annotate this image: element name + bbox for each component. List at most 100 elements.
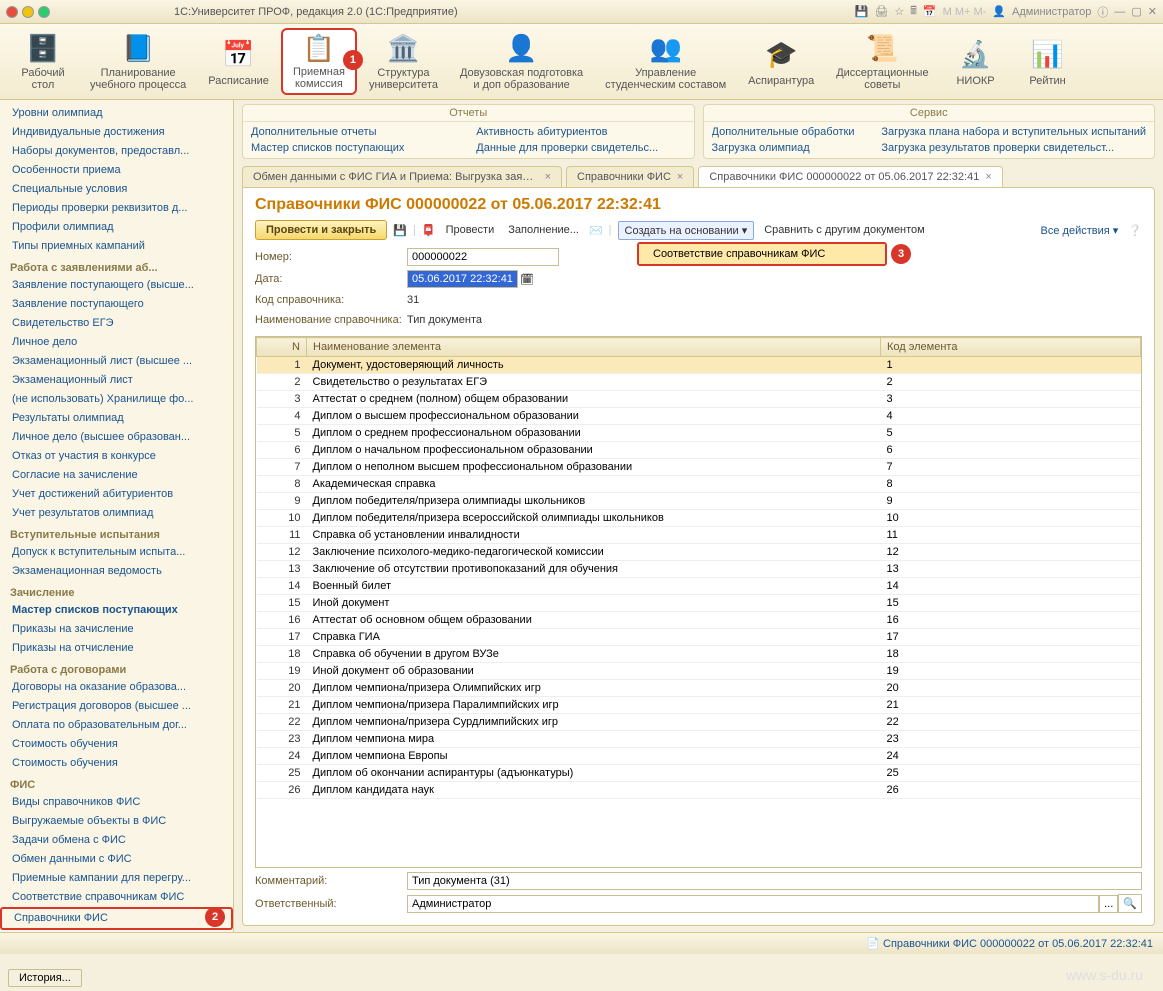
sidebar-item[interactable]: Приказы на отчисление xyxy=(0,639,233,658)
table-row[interactable]: 3Аттестат о среднем (полном) общем образ… xyxy=(257,391,1141,408)
table-row[interactable]: 15Иной документ15 xyxy=(257,595,1141,612)
sidebar-item[interactable]: Выгружаемые объекты в ФИС xyxy=(0,812,233,831)
table-row[interactable]: 17Справка ГИА17 xyxy=(257,629,1141,646)
tab[interactable]: Обмен данными с ФИС ГИА и Приема: Выгруз… xyxy=(242,166,562,187)
sidebar-item[interactable]: Свидетельство ЕГЭ xyxy=(0,314,233,333)
sidebar-item[interactable]: Личное дело (высшее образован... xyxy=(0,428,233,447)
table-row[interactable]: 5Диплом о среднем профессиональном образ… xyxy=(257,425,1141,442)
table-row[interactable]: 13Заключение об отсутствии противопоказа… xyxy=(257,561,1141,578)
table-row[interactable]: 8Академическая справка8 xyxy=(257,476,1141,493)
col-name[interactable]: Наименование элемента xyxy=(307,338,881,357)
panel-link[interactable]: Загрузка олимпиад xyxy=(712,140,866,156)
post-icon[interactable]: 📮 xyxy=(422,224,436,237)
table-row[interactable]: 25Диплом об окончании аспирантуры (адъюн… xyxy=(257,765,1141,782)
close-icon[interactable]: × xyxy=(545,171,551,183)
sidebar-item[interactable]: Задачи обмена с ФИС xyxy=(0,831,233,850)
panel-link[interactable]: Дополнительные отчеты xyxy=(251,124,460,140)
sidebar-item[interactable]: (не использовать) Хранилище фо... xyxy=(0,390,233,409)
attach-icon[interactable]: 📄 Справочники ФИС 000000022 от 05.06.201… xyxy=(866,937,1153,950)
open-icon[interactable]: 🔍 xyxy=(1118,894,1142,913)
sidebar-item[interactable]: Экзаменационный лист xyxy=(0,371,233,390)
sidebar-item[interactable]: Уровни олимпиад xyxy=(0,104,233,123)
tab[interactable]: Справочники ФИС× xyxy=(566,166,694,187)
toolbar-Диссертационные[interactable]: 📜Диссертационныесоветы xyxy=(826,28,938,95)
sidebar-item[interactable]: Отказ от участия в конкурсе xyxy=(0,447,233,466)
sidebar-item[interactable]: Экзаменационный лист (высшее ... xyxy=(0,352,233,371)
table-row[interactable]: 2Свидетельство о результатах ЕГЭ2 xyxy=(257,374,1141,391)
info-icon[interactable]: ⓘ xyxy=(1097,4,1108,20)
sidebar-item[interactable]: Личное дело xyxy=(0,333,233,352)
table-row[interactable]: 18Справка об обучении в другом ВУЗе18 xyxy=(257,646,1141,663)
col-n[interactable]: N xyxy=(257,338,307,357)
table-row[interactable]: 11Справка об установлении инвалидности11 xyxy=(257,527,1141,544)
toolbar-Расписание[interactable]: 📅Расписание xyxy=(198,28,279,95)
sidebar-item[interactable]: Стоимость обучения xyxy=(0,754,233,773)
sidebar-item[interactable]: Наборы документов, предоставл... xyxy=(0,142,233,161)
sidebar-item[interactable]: Периоды проверки реквизитов д... xyxy=(0,199,233,218)
sidebar-item[interactable]: Особенности приема xyxy=(0,161,233,180)
toolbar-Аспирантура[interactable]: 🎓Аспирантура xyxy=(738,28,824,95)
panel-link[interactable]: Загрузка результатов проверки свидетельс… xyxy=(881,140,1146,156)
number-field[interactable] xyxy=(407,248,559,266)
comment-field[interactable] xyxy=(407,872,1142,890)
toolbar-Структура[interactable]: 🏛️Структурауниверситета xyxy=(359,28,448,95)
sidebar-item[interactable]: Договоры на оказание образова... xyxy=(0,678,233,697)
sidebar-item[interactable]: Приказы на зачисление xyxy=(0,620,233,639)
post-button[interactable]: Провести xyxy=(442,222,499,238)
sidebar-item[interactable]: Специальные условия xyxy=(0,180,233,199)
sidebar-item[interactable]: Учет результатов олимпиад xyxy=(0,504,233,523)
toolbar-Довузовская подготовка[interactable]: 👤Довузовская подготовкаи доп образование xyxy=(450,28,593,95)
post-and-close-button[interactable]: Провести и закрыть xyxy=(255,220,387,240)
table-row[interactable]: 1Документ, удостоверяющий личность1 xyxy=(257,357,1141,374)
fill-button[interactable]: Заполнение... xyxy=(504,222,583,238)
history-button[interactable]: История... xyxy=(8,969,82,987)
sidebar-item[interactable]: Согласие на зачисление xyxy=(0,466,233,485)
help-icon[interactable]: ❔ xyxy=(1128,224,1142,237)
responsible-field[interactable] xyxy=(407,895,1099,913)
close-icon[interactable]: × xyxy=(985,171,991,183)
min-btn[interactable]: — xyxy=(1114,6,1125,18)
table-row[interactable]: 6Диплом о начальном профессиональном обр… xyxy=(257,442,1141,459)
table-row[interactable]: 7Диплом о неполном высшем профессиональн… xyxy=(257,459,1141,476)
sidebar-item[interactable]: Заявление поступающего (высше... xyxy=(0,276,233,295)
panel-link[interactable]: Дополнительные обработки xyxy=(712,124,866,140)
panel-link[interactable]: Данные для проверки свидетельс... xyxy=(476,140,685,156)
maximize-icon[interactable] xyxy=(38,6,50,18)
sidebar-item[interactable]: Допуск к вступительным испыта... xyxy=(0,543,233,562)
close-icon[interactable]: × xyxy=(677,171,683,183)
sidebar-item[interactable]: Учет достижений абитуриентов xyxy=(0,485,233,504)
toolbar-Приемная[interactable]: 📋Приемнаякомиссия1 xyxy=(281,28,357,95)
table-row[interactable]: 26Диплом кандидата наук26 xyxy=(257,782,1141,799)
sidebar-item[interactable]: Регистрация договоров (высшее ... xyxy=(0,697,233,716)
panel-link[interactable]: Мастер списков поступающих xyxy=(251,140,460,156)
panel-link[interactable]: Загрузка плана набора и вступительных ис… xyxy=(881,124,1146,140)
table-row[interactable]: 20Диплом чемпиона/призера Олимпийских иг… xyxy=(257,680,1141,697)
compare-button[interactable]: Сравнить с другим документом xyxy=(760,222,929,238)
save-icon[interactable]: 💾 xyxy=(855,5,869,18)
table-row[interactable]: 16Аттестат об основном общем образовании… xyxy=(257,612,1141,629)
table-row[interactable]: 10Диплом победителя/призера всероссийско… xyxy=(257,510,1141,527)
close-icon[interactable] xyxy=(6,6,18,18)
col-code[interactable]: Код элемента xyxy=(881,338,1141,357)
toolbar-Управление[interactable]: 👥Управлениестуденческим составом xyxy=(595,28,736,95)
save-icon[interactable]: 💾 xyxy=(393,224,407,237)
calendar-icon[interactable]: 📅 xyxy=(923,5,937,18)
table-row[interactable]: 4Диплом о высшем профессиональном образо… xyxy=(257,408,1141,425)
create-based-on-button[interactable]: Создать на основании ▾ xyxy=(618,221,755,240)
sidebar-item[interactable]: Справочники ФИС2 xyxy=(0,907,233,930)
print-icon[interactable]: 🖨 xyxy=(874,5,888,18)
sidebar-item[interactable]: Оплата по образовательным дог... xyxy=(0,716,233,735)
table-row[interactable]: 23Диплом чемпиона мира23 xyxy=(257,731,1141,748)
sidebar-item[interactable]: Приемные кампании для перегру... xyxy=(0,869,233,888)
sidebar-item[interactable]: Профили олимпиад xyxy=(0,218,233,237)
table-row[interactable]: 12Заключение психолого-медико-педагогиче… xyxy=(257,544,1141,561)
toolbar-Планирование[interactable]: 📘Планированиеучебного процесса xyxy=(80,28,196,95)
sidebar-item[interactable]: Соответствие справочникам ФИС xyxy=(0,888,233,907)
star-icon[interactable]: ☆ xyxy=(894,5,904,18)
calc-icon[interactable]: 🖩 xyxy=(910,2,917,21)
sidebar-item[interactable]: Экзаменационная ведомость xyxy=(0,562,233,581)
table-row[interactable]: 22Диплом чемпиона/призера Сурдлимпийских… xyxy=(257,714,1141,731)
tab[interactable]: Справочники ФИС 000000022 от 05.06.2017 … xyxy=(698,166,1002,187)
close-btn[interactable]: ✕ xyxy=(1148,5,1157,18)
all-actions-button[interactable]: Все действия ▾ xyxy=(1041,224,1119,237)
